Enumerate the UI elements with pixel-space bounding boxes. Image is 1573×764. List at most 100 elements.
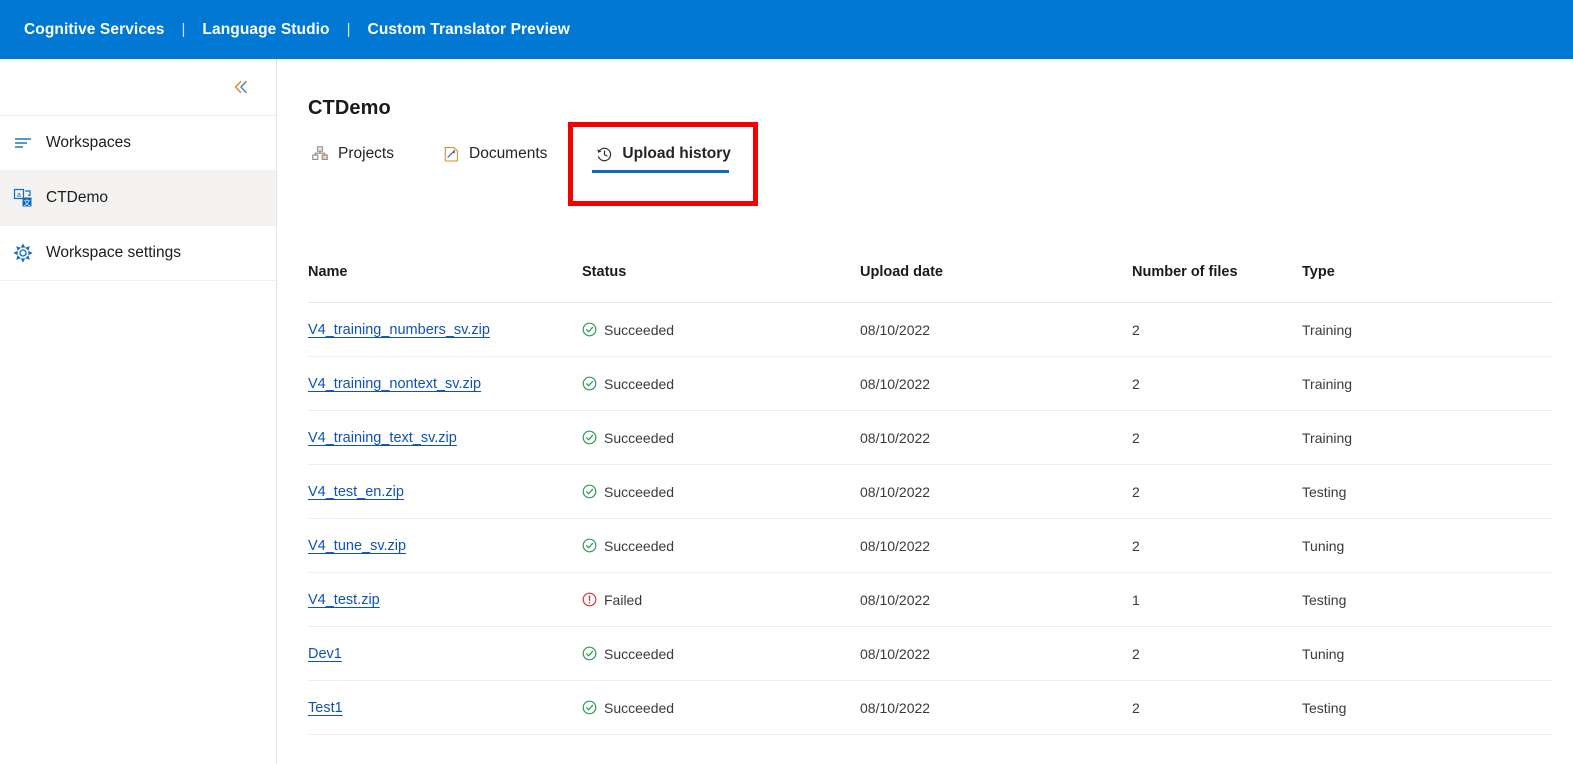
sidebar-item-ctdemo-label: CTDemo bbox=[46, 189, 109, 206]
file-link[interactable]: V4_test.zip bbox=[308, 592, 380, 608]
cell-upload-date: 08/10/2022 bbox=[860, 626, 1132, 681]
svg-text:a: a bbox=[17, 192, 21, 199]
status-label: Succeeded bbox=[604, 429, 675, 446]
cell-status: Failed bbox=[582, 572, 860, 627]
status-label: Succeeded bbox=[604, 645, 675, 662]
cell-upload-date: 08/10/2022 bbox=[860, 572, 1132, 627]
cell-status: Succeeded bbox=[582, 518, 860, 573]
cell-status: Succeeded bbox=[582, 410, 860, 465]
file-link[interactable]: V4_training_numbers_sv.zip bbox=[308, 322, 490, 338]
tab-projects[interactable]: Projects bbox=[308, 141, 396, 173]
status-label: Succeeded bbox=[604, 321, 675, 338]
sidebar-item-workspaces[interactable]: Workspaces bbox=[0, 116, 276, 171]
cell-upload-date: 08/10/2022 bbox=[860, 410, 1132, 465]
cell-type: Tuning bbox=[1302, 518, 1553, 573]
cell-upload-date: 08/10/2022 bbox=[860, 302, 1132, 357]
breadcrumb-language-studio[interactable]: Language Studio bbox=[202, 21, 329, 39]
cell-number-of-files: 1 bbox=[1132, 572, 1302, 627]
table-row: V4_test_en.zip Succeeded 08/10/2022 2 Testin… bbox=[308, 464, 1553, 519]
svg-text:文: 文 bbox=[24, 198, 31, 207]
sidebar: Workspaces a 文 CTDemo Workspace settings bbox=[0, 59, 277, 764]
sidebar-item-workspace-settings[interactable]: Workspace settings bbox=[0, 226, 276, 281]
cell-type: Training bbox=[1302, 356, 1553, 411]
check-circle-icon bbox=[582, 484, 597, 499]
table-header-row: Name Status Upload date Number of files … bbox=[308, 264, 1553, 303]
cell-name: V4_training_nontext_sv.zip bbox=[308, 356, 582, 411]
cell-upload-date: 08/10/2022 bbox=[860, 680, 1132, 735]
documents-icon bbox=[441, 146, 461, 163]
file-link[interactable]: Test1 bbox=[308, 700, 343, 716]
cell-number-of-files: 2 bbox=[1132, 518, 1302, 573]
cell-type: Training bbox=[1302, 410, 1553, 465]
cell-number-of-files: 2 bbox=[1132, 410, 1302, 465]
column-header-name[interactable]: Name bbox=[308, 264, 582, 303]
sidebar-item-workspaces-label: Workspaces bbox=[46, 134, 131, 151]
table-row: Dev1 Succeeded 08/10/2022 2 Tuning bbox=[308, 626, 1553, 681]
translate-icon: a 文 bbox=[8, 188, 38, 208]
check-circle-icon bbox=[582, 322, 597, 337]
tab-upload-history-label: Upload history bbox=[622, 145, 731, 162]
tab-strip: Projects Documents Upload history bbox=[308, 141, 776, 173]
error-circle-icon bbox=[582, 592, 597, 607]
cell-status: Succeeded bbox=[582, 356, 860, 411]
table-row: V4_training_nontext_sv.zip Succeeded 08/10… bbox=[308, 356, 1553, 411]
sidebar-item-ctdemo[interactable]: a 文 CTDemo bbox=[0, 171, 276, 226]
breadcrumb-separator-2: | bbox=[346, 21, 351, 38]
cell-number-of-files: 2 bbox=[1132, 626, 1302, 681]
column-header-number-of-files[interactable]: Number of files bbox=[1132, 264, 1302, 303]
cell-number-of-files: 2 bbox=[1132, 464, 1302, 519]
column-header-status[interactable]: Status bbox=[582, 264, 860, 303]
cell-name: V4_tune_sv.zip bbox=[308, 518, 582, 573]
table-row: Test1 Succeeded 08/10/2022 2 Testing bbox=[308, 680, 1553, 735]
file-link[interactable]: V4_test_en.zip bbox=[308, 484, 404, 500]
table-row: V4_training_text_sv.zip Succeeded 08/10/20… bbox=[308, 410, 1553, 465]
status-label: Succeeded bbox=[604, 699, 675, 716]
cell-type: Testing bbox=[1302, 572, 1553, 627]
breadcrumb-separator-1: | bbox=[181, 21, 186, 38]
column-header-upload-date[interactable]: Upload date bbox=[860, 264, 1132, 303]
tab-upload-history[interactable]: Upload history bbox=[592, 141, 733, 173]
status-label: Succeeded bbox=[604, 375, 675, 392]
cell-upload-date: 08/10/2022 bbox=[860, 464, 1132, 519]
file-link[interactable]: V4_tune_sv.zip bbox=[308, 538, 406, 554]
status-label: Succeeded bbox=[604, 483, 675, 500]
cell-status: Succeeded bbox=[582, 302, 860, 357]
file-link[interactable]: V4_training_text_sv.zip bbox=[308, 430, 457, 446]
table-row: V4_training_numbers_sv.zip Succeeded 08/10… bbox=[308, 302, 1553, 357]
table-row: V4_test.zip Failed 08/10/2022 1 Testing bbox=[308, 572, 1553, 627]
cell-status: Succeeded bbox=[582, 626, 860, 681]
breadcrumb-custom-translator-preview[interactable]: Custom Translator Preview bbox=[368, 21, 570, 39]
gear-icon bbox=[8, 243, 38, 263]
cell-upload-date: 08/10/2022 bbox=[860, 356, 1132, 411]
cell-name: Test1 bbox=[308, 680, 582, 735]
status-label: Succeeded bbox=[604, 537, 675, 554]
tab-documents-label: Documents bbox=[469, 145, 548, 162]
cell-upload-date: 08/10/2022 bbox=[860, 518, 1132, 573]
cell-name: V4_training_numbers_sv.zip bbox=[308, 302, 582, 357]
check-circle-icon bbox=[582, 538, 597, 553]
file-link[interactable]: V4_training_nontext_sv.zip bbox=[308, 376, 481, 392]
chevron-double-left-icon[interactable] bbox=[232, 78, 250, 96]
cell-type: Training bbox=[1302, 302, 1553, 357]
top-header-bar: Cognitive Services | Language Studio | C… bbox=[0, 0, 1573, 59]
page-title: CTDemo bbox=[308, 97, 391, 119]
cell-type: Testing bbox=[1302, 464, 1553, 519]
check-circle-icon bbox=[582, 376, 597, 391]
check-circle-icon bbox=[582, 646, 597, 661]
status-label: Failed bbox=[604, 591, 643, 608]
sidebar-item-workspace-settings-label: Workspace settings bbox=[46, 244, 181, 261]
cell-type: Tuning bbox=[1302, 626, 1553, 681]
cell-status: Succeeded bbox=[582, 464, 860, 519]
file-link[interactable]: Dev1 bbox=[308, 646, 342, 662]
column-header-type[interactable]: Type bbox=[1302, 264, 1553, 303]
tab-documents[interactable]: Documents bbox=[439, 141, 549, 173]
cell-name: V4_training_text_sv.zip bbox=[308, 410, 582, 465]
upload-history-table: Name Status Upload date Number of files … bbox=[308, 264, 1553, 735]
cell-number-of-files: 2 bbox=[1132, 680, 1302, 735]
cell-name: V4_test_en.zip bbox=[308, 464, 582, 519]
table-body: V4_training_numbers_sv.zip Succeeded 08/10… bbox=[308, 302, 1553, 735]
table-row: V4_tune_sv.zip Succeeded 08/10/2022 2 Tuning bbox=[308, 518, 1553, 573]
sidebar-collapse-row bbox=[0, 59, 276, 116]
breadcrumb-cognitive-services[interactable]: Cognitive Services bbox=[24, 21, 165, 39]
check-circle-icon bbox=[582, 700, 597, 715]
